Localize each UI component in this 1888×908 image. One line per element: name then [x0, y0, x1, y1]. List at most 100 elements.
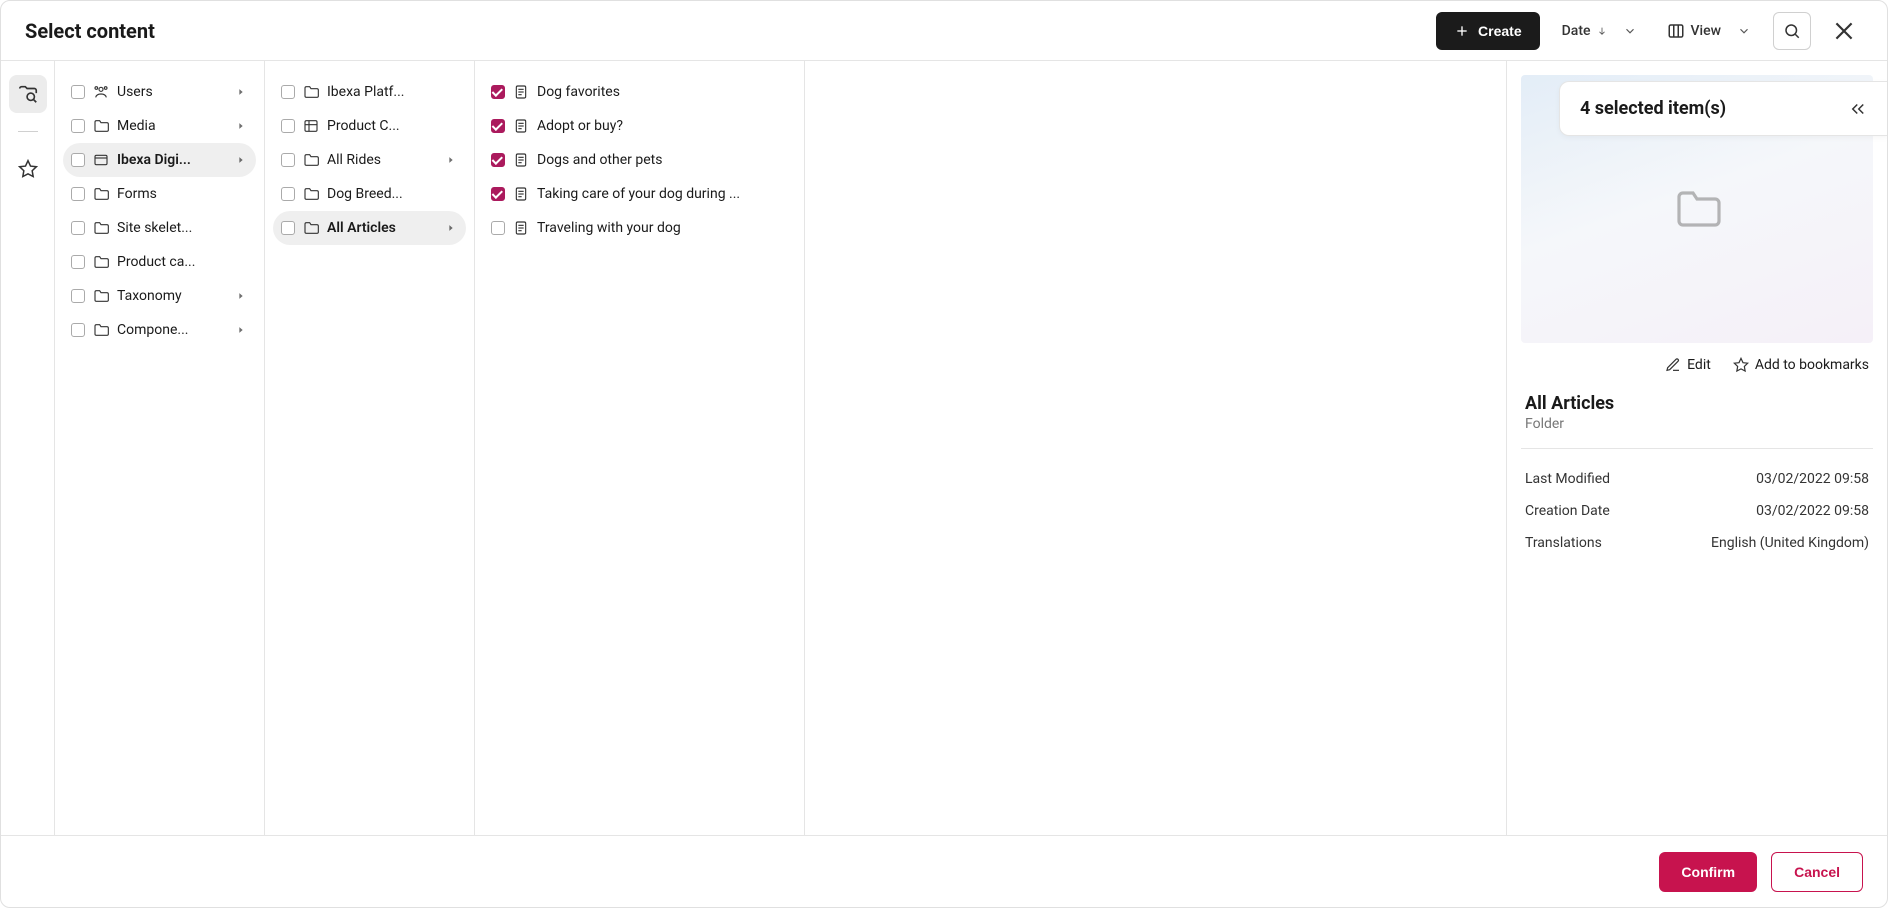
article-icon [513, 152, 529, 168]
tree-item-label: Product ca... [117, 254, 248, 270]
column-1: Ibexa Platf... Product C... All RidesDog B… [265, 61, 475, 835]
chevron-down-icon [1623, 24, 1637, 38]
sort-down-arrow-icon [1597, 25, 1607, 37]
confirm-button[interactable]: Confirm [1659, 852, 1757, 892]
tree-item[interactable]: Media [63, 109, 256, 143]
cancel-button[interactable]: Cancel [1771, 852, 1863, 892]
tree-item[interactable]: Ibexa Platf... [273, 75, 466, 109]
tree-item[interactable]: Dog Breed... [273, 177, 466, 211]
chevron-right-icon [236, 325, 248, 335]
close-button[interactable] [1825, 12, 1863, 50]
checkbox[interactable] [71, 187, 85, 201]
preview-panel: 4 selected item(s) Edit Add to bookmarks… [1507, 61, 1887, 835]
tree-item[interactable]: Traveling with your dog [483, 211, 796, 245]
chevron-right-icon [236, 121, 248, 131]
create-button[interactable]: Create [1436, 12, 1540, 50]
folder-icon [93, 254, 109, 270]
tree-item-label: Product C... [327, 118, 458, 134]
bookmark-button[interactable]: Add to bookmarks [1733, 357, 1869, 373]
tree-item[interactable]: All Articles [273, 211, 466, 245]
folder-icon [93, 322, 109, 338]
sort-label: Date [1562, 23, 1591, 39]
column-2: Dog favorites Adopt or buy? Dogs and other… [475, 61, 805, 835]
site-icon [93, 152, 109, 168]
tree-item[interactable]: All Rides [273, 143, 466, 177]
meta-row: Creation Date03/02/2022 09:58 [1525, 495, 1869, 527]
preview-title: All Articles [1521, 393, 1873, 414]
checkbox[interactable] [491, 119, 505, 133]
tree-item-label: Taxonomy [117, 288, 228, 304]
checkbox[interactable] [491, 85, 505, 99]
tree-item[interactable]: Taking care of your dog during ... [483, 177, 796, 211]
article-icon [513, 118, 529, 134]
catalog-icon [303, 118, 319, 134]
checkbox[interactable] [281, 85, 295, 99]
column-0: Users MediaIbexa Digi... Forms Site skelet.… [55, 61, 265, 835]
edit-icon [1665, 357, 1681, 373]
meta-row: Last Modified 03/02/2022 09:58 [1525, 463, 1869, 495]
tree-item[interactable]: Adopt or buy? [483, 109, 796, 143]
plus-icon [1454, 23, 1470, 39]
checkbox[interactable] [71, 85, 85, 99]
tree-item[interactable]: Forms [63, 177, 256, 211]
tree-item-label: Dog favorites [537, 84, 788, 100]
checkbox[interactable] [71, 323, 85, 337]
tree-item-label: Users [117, 84, 228, 100]
checkbox[interactable] [491, 221, 505, 235]
tree-item[interactable]: Product C... [273, 109, 466, 143]
folder-icon [93, 186, 109, 202]
checkbox[interactable] [71, 119, 85, 133]
checkbox[interactable] [491, 187, 505, 201]
tree-item[interactable]: Dogs and other pets [483, 143, 796, 177]
checkbox[interactable] [281, 221, 295, 235]
folder-icon [93, 118, 109, 134]
article-icon [513, 186, 529, 202]
create-button-label: Create [1478, 23, 1522, 39]
tree-item-label: Dogs and other pets [537, 152, 788, 168]
checkbox[interactable] [491, 153, 505, 167]
tree-item-label: Traveling with your dog [537, 220, 788, 236]
chevron-right-icon [236, 87, 248, 97]
article-icon [513, 220, 529, 236]
meta-key: Last Modified [1525, 471, 1610, 487]
tree-item[interactable]: Site skelet... [63, 211, 256, 245]
tree-item-label: All Articles [327, 220, 438, 236]
checkbox[interactable] [71, 255, 85, 269]
checkbox[interactable] [281, 153, 295, 167]
checkbox[interactable] [281, 119, 295, 133]
star-icon [1733, 357, 1749, 373]
view-dropdown[interactable]: View [1659, 16, 1760, 46]
checkbox[interactable] [71, 289, 85, 303]
meta-key: Creation Date [1525, 503, 1610, 519]
checkbox[interactable] [71, 153, 85, 167]
checkbox[interactable] [71, 221, 85, 235]
page-title: Select content [25, 19, 155, 43]
tree-item-label: Adopt or buy? [537, 118, 788, 134]
folder-icon [303, 84, 319, 100]
tree-item-label: Forms [117, 186, 248, 202]
meta-value: 03/02/2022 09:58 [1756, 471, 1869, 487]
tree-item-label: Ibexa Platf... [327, 84, 458, 100]
tree-item[interactable]: Dog favorites [483, 75, 796, 109]
bookmarks-tab[interactable] [9, 150, 47, 188]
tree-item[interactable]: Ibexa Digi... [63, 143, 256, 177]
tree-item[interactable]: Users [63, 75, 256, 109]
side-rail [1, 61, 55, 835]
browse-tab[interactable] [9, 75, 47, 113]
checkbox[interactable] [281, 187, 295, 201]
sort-dropdown[interactable]: Date [1554, 17, 1645, 45]
tree-item[interactable]: Product ca... [63, 245, 256, 279]
tree-item[interactable]: Compone... [63, 313, 256, 347]
search-button[interactable] [1773, 12, 1811, 50]
browse-search-icon [17, 83, 39, 105]
folder-icon [303, 220, 319, 236]
edit-button[interactable]: Edit [1665, 357, 1711, 373]
preview-subtitle: Folder [1521, 414, 1873, 449]
selected-items-bar[interactable]: 4 selected item(s) [1559, 81, 1887, 136]
tree-item-label: Compone... [117, 322, 228, 338]
chevron-down-icon [1737, 24, 1751, 38]
tree-item[interactable]: Taxonomy [63, 279, 256, 313]
rail-divider [18, 131, 38, 132]
collapse-icon[interactable] [1848, 100, 1868, 118]
chevron-right-icon [236, 155, 248, 165]
